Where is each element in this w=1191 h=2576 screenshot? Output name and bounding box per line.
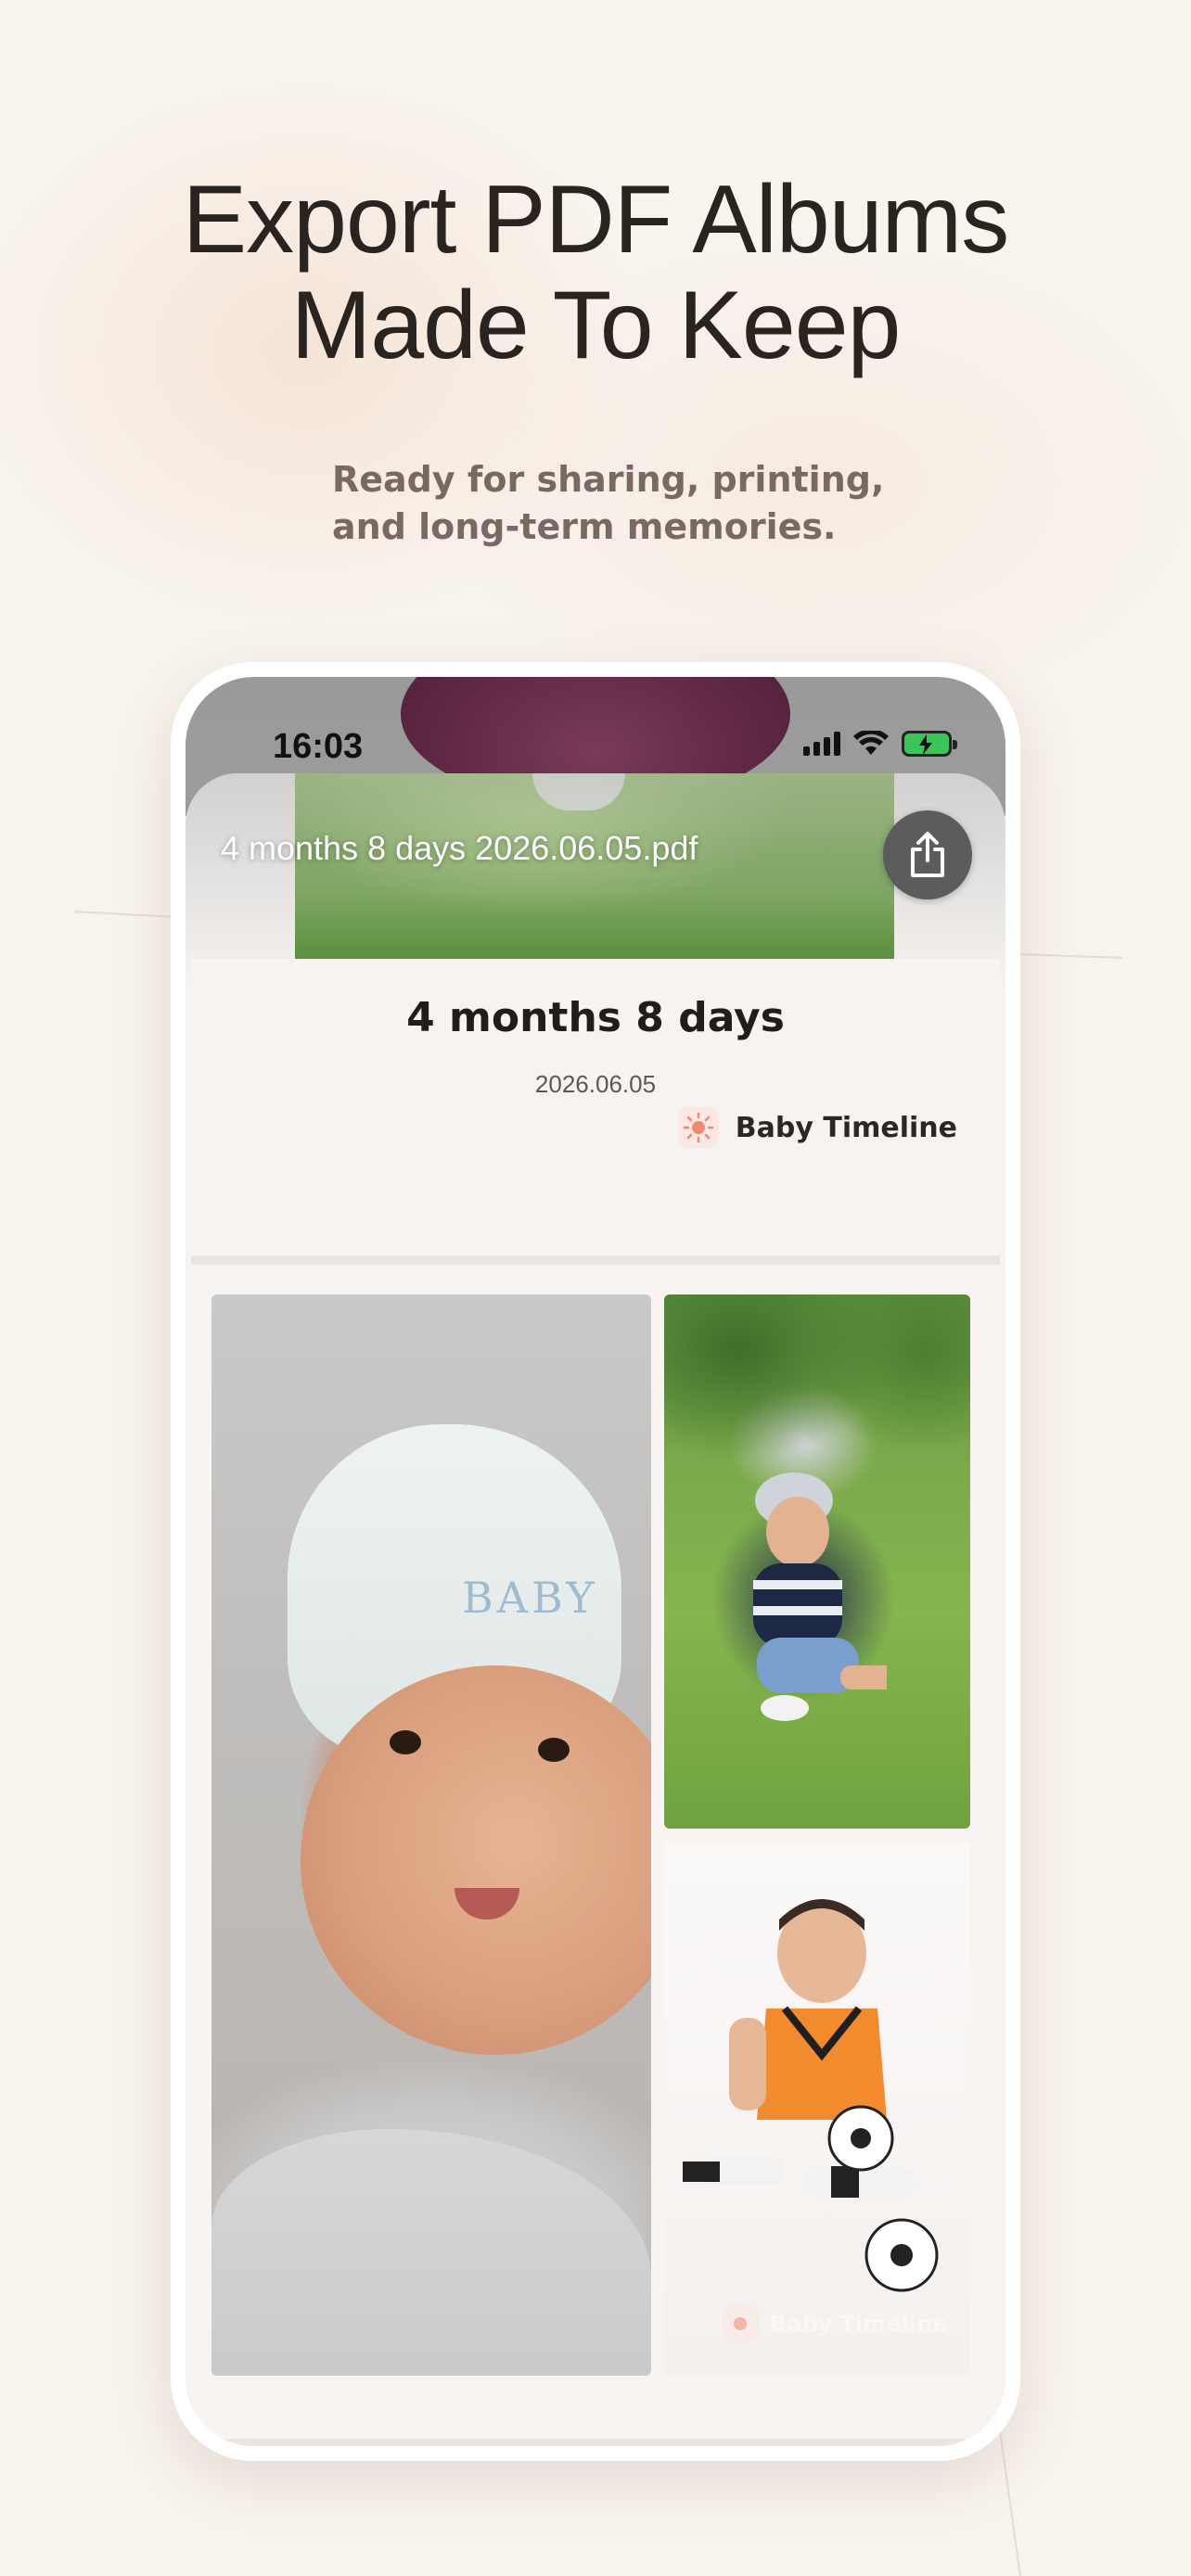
pdf-file-name: 4 months 8 days 2026.06.05.pdf: [221, 829, 698, 867]
pdf-photo-page: BABY Baby Timeline: [191, 1265, 1000, 2439]
baby-eye-right: [538, 1738, 570, 1762]
decorative-line-left: [74, 911, 176, 918]
cellular-signal-icon: [803, 732, 840, 756]
phone-frame: 16:03 4 months 8 days 2026.06.05.pdf 4 m…: [171, 662, 1020, 2461]
battery-charging-icon: [902, 731, 957, 757]
brand-name: Baby Timeline: [735, 1111, 957, 1144]
watermark-text: Baby Timeline: [770, 2311, 948, 2337]
phone-screen: 16:03 4 months 8 days 2026.06.05.pdf 4 m…: [186, 677, 1005, 2446]
sun-icon: [677, 1107, 719, 1148]
subheadline-line-1: Ready for sharing, printing,: [332, 459, 885, 500]
share-button[interactable]: [883, 810, 972, 899]
page-divider: [191, 1256, 1000, 1265]
photo-baby-grass: [664, 1294, 970, 1829]
baby-sitting-figure: [753, 1473, 887, 1721]
marketing-page: Export PDF Albums Made To Keep Ready for…: [0, 0, 1191, 2576]
photo-baby-soccer: Baby Timeline: [664, 1842, 970, 2376]
header-fade: [186, 773, 1005, 987]
subheadline-line-2: and long-term memories.: [332, 506, 837, 547]
status-icons: [803, 731, 957, 757]
photo-baby-hat: BABY: [211, 1294, 651, 2376]
decorative-line-right: [1019, 953, 1123, 959]
headline: Export PDF Albums Made To Keep: [0, 167, 1191, 378]
share-icon: [911, 832, 944, 877]
album-date: 2026.06.05: [534, 1070, 657, 1098]
brand-row: Baby Timeline: [677, 1107, 957, 1148]
pdf-viewer-sheet: 4 months 8 days 2026.06.05.pdf 4 months …: [186, 773, 1005, 2446]
headline-line-1: Export PDF Albums: [182, 166, 1009, 274]
baby-soccer-figure: [683, 1899, 939, 2292]
next-pdf-page-edge: [191, 2439, 1000, 2446]
headline-line-2: Made To Keep: [290, 272, 902, 379]
watermark: Baby Timeline: [722, 2305, 947, 2342]
wifi-icon: [853, 731, 889, 755]
album-age-title: 4 months 8 days: [406, 994, 785, 1041]
status-time: 16:03: [273, 727, 364, 766]
subheadline: Ready for sharing, printing, and long-te…: [332, 456, 981, 551]
hat-lettering: BABY: [462, 1573, 598, 1623]
baby-eye-left: [390, 1730, 421, 1754]
blanket: [211, 2129, 651, 2376]
watermark-sun-icon: [722, 2305, 759, 2342]
